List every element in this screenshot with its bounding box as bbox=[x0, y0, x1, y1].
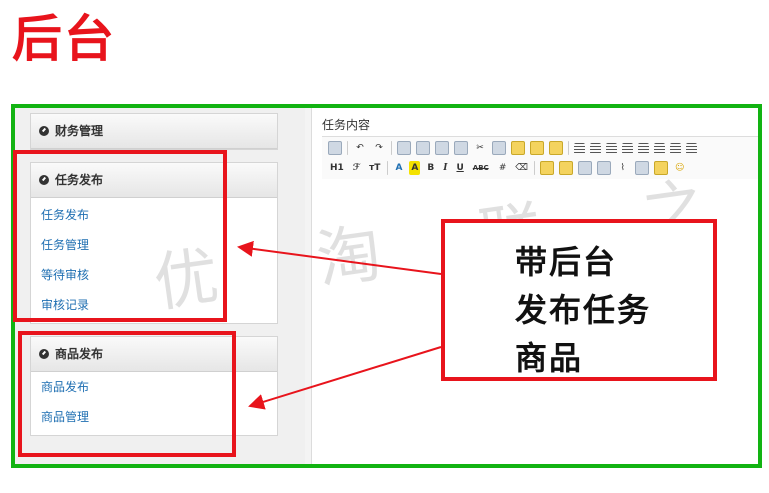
callout-line-3: 商品 bbox=[515, 339, 584, 377]
arrow-to-product-panel bbox=[248, 346, 442, 410]
arrow-to-task-panel bbox=[237, 240, 442, 275]
callout-box: 带后台 发布任务 商品 bbox=[441, 219, 717, 381]
callout-line-1: 带后台 bbox=[515, 243, 618, 281]
callout-line-2: 发布任务 bbox=[515, 291, 652, 329]
